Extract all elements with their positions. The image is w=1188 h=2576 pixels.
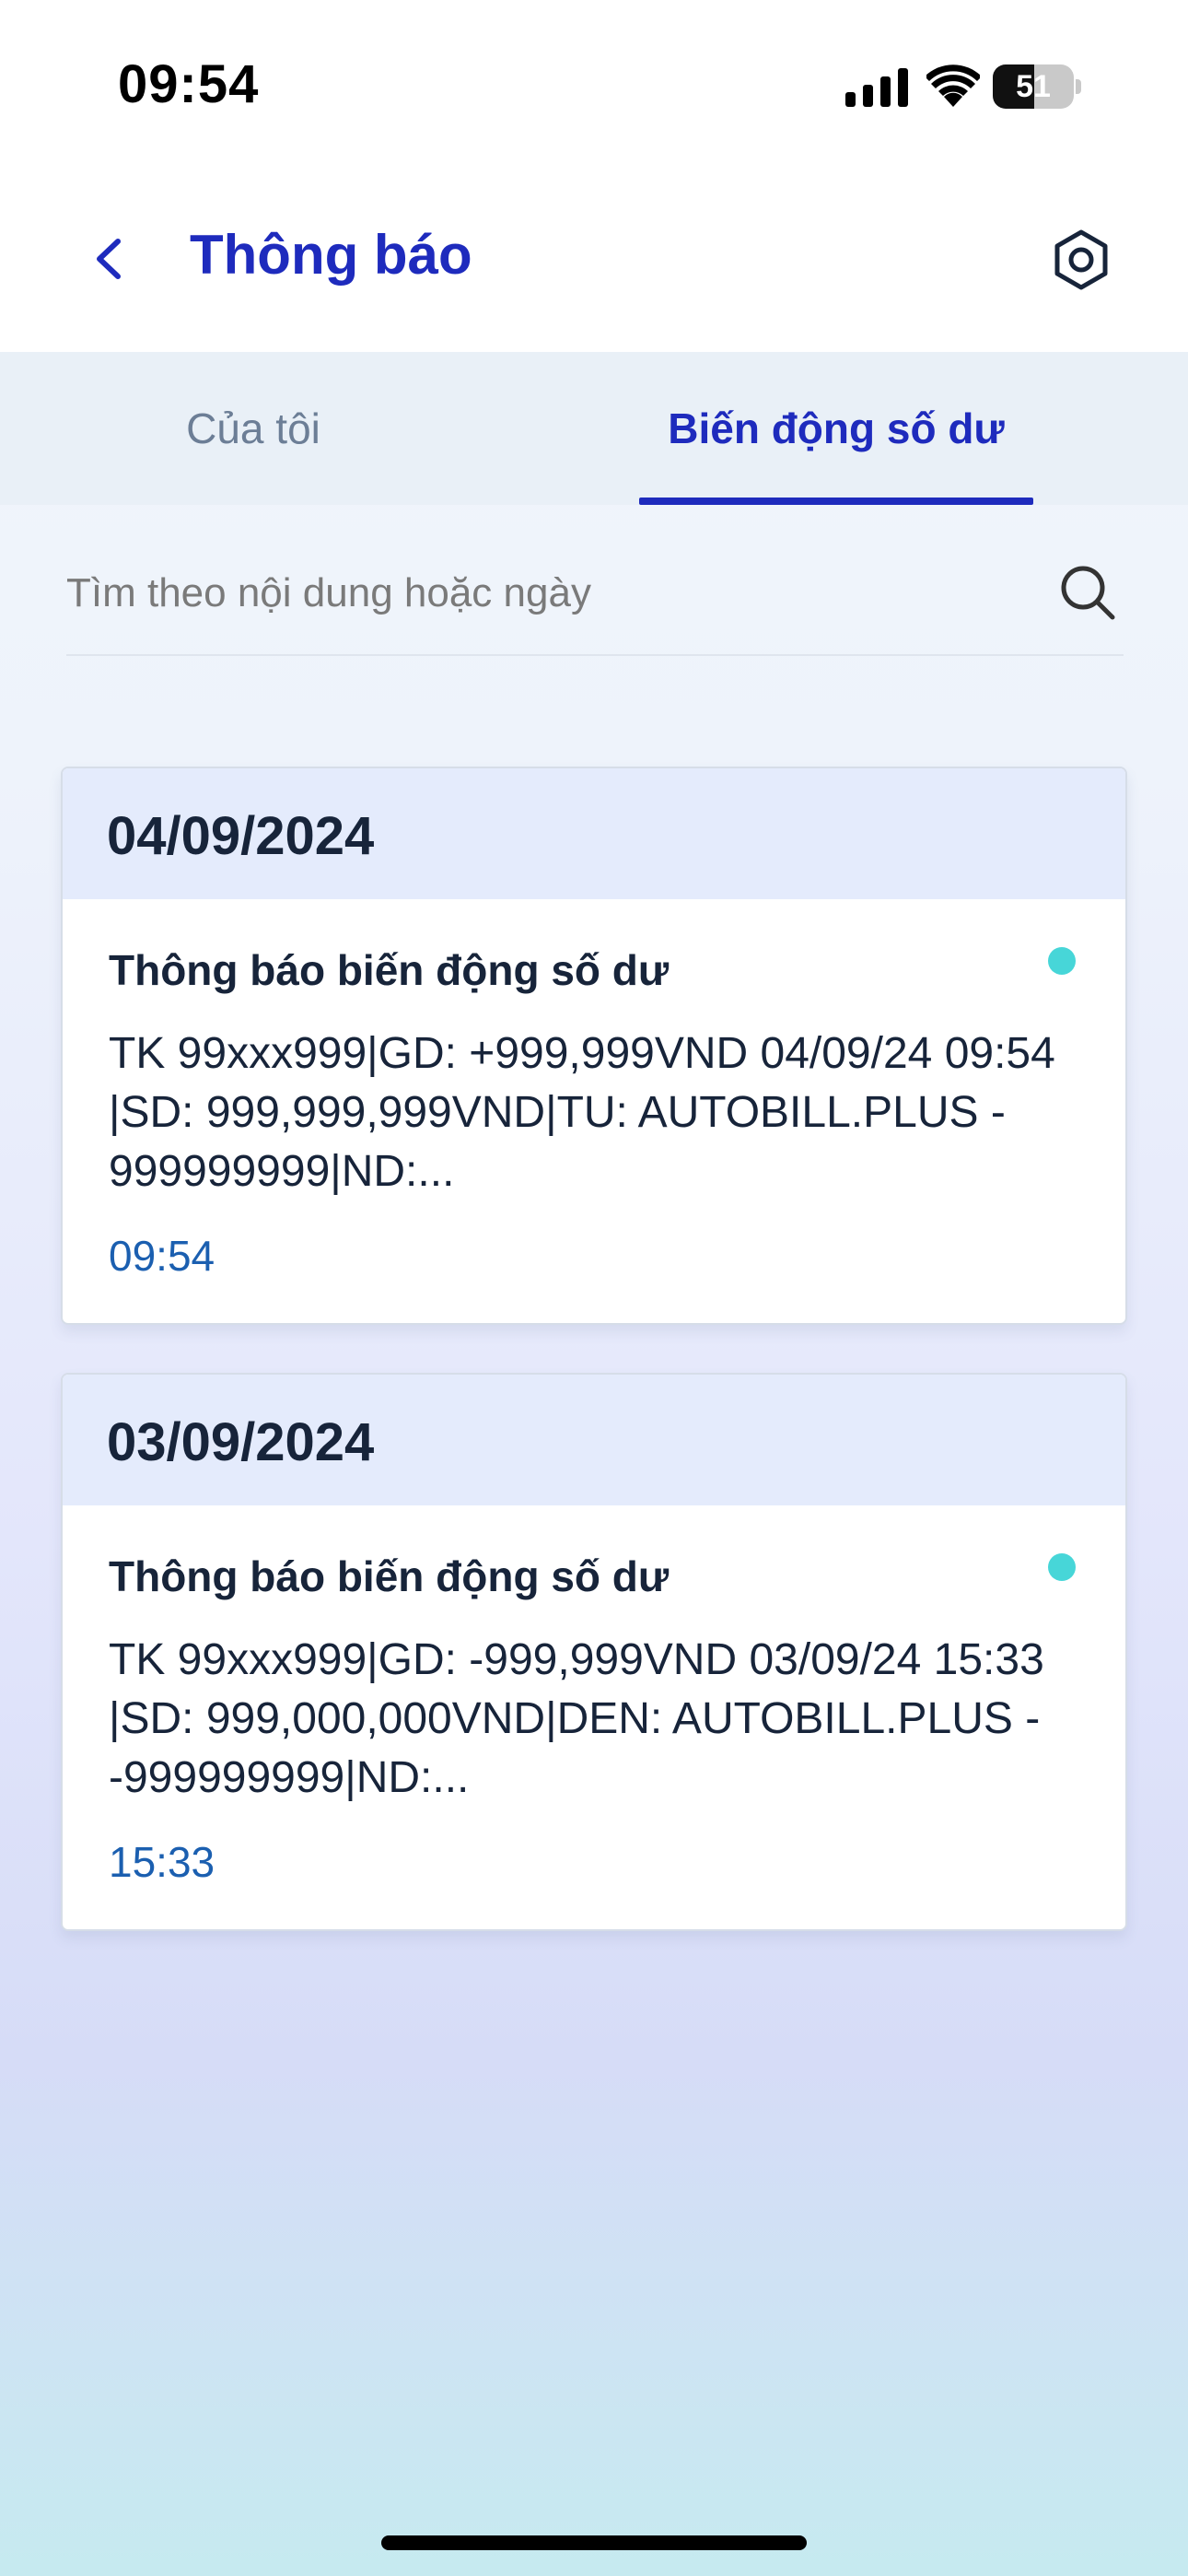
notification-time: 15:33	[109, 1838, 215, 1886]
group-date: 03/09/2024	[107, 1412, 375, 1472]
page-title: Thông báo	[190, 224, 472, 286]
notification-title: Thông báo biến động số dư	[109, 946, 670, 994]
settings-button[interactable]	[1044, 223, 1118, 297]
chevron-left-icon	[97, 239, 121, 279]
group-date-header: 03/09/2024	[63, 1375, 1125, 1505]
status-bar: 09:54 51	[0, 0, 1188, 175]
group-date: 04/09/2024	[107, 806, 375, 866]
battery-level: 51	[1016, 69, 1051, 104]
tab-balance-changes[interactable]: Biến động số dư	[639, 352, 1033, 505]
notification-title: Thông báo biến động số dư	[109, 1552, 670, 1600]
status-time: 09:54	[118, 54, 260, 114]
notification-body: TK 99xxx999|GD: -999,999VND 03/09/24 15:…	[109, 1635, 1044, 1802]
app-header: Thông báo	[0, 175, 1188, 352]
gear-icon	[1054, 229, 1108, 290]
unread-dot	[1048, 1553, 1076, 1581]
search-bar	[66, 544, 1124, 656]
tab-my-notifications[interactable]: Của tôi	[0, 352, 507, 505]
back-button[interactable]	[77, 219, 144, 299]
unread-dot	[1048, 947, 1076, 975]
battery-icon: 51	[993, 64, 1083, 109]
group-date-header: 04/09/2024	[63, 768, 1125, 899]
home-indicator	[381, 2535, 807, 2550]
active-tab-indicator	[639, 498, 1033, 505]
search-icon[interactable]	[1055, 560, 1120, 625]
notification-group: 03/09/2024 Thông báo biến động số dư TK …	[61, 1373, 1127, 1931]
notification-item[interactable]: Thông báo biến động số dư TK 99xxx999|GD…	[63, 1505, 1125, 1929]
search-input[interactable]	[66, 560, 1024, 626]
notification-time: 09:54	[109, 1232, 215, 1280]
notification-body: TK 99xxx999|GD: +999,999VND 04/09/24 09:…	[109, 1029, 1055, 1196]
notification-group: 04/09/2024 Thông báo biến động số dư TK …	[61, 767, 1127, 1325]
wifi-icon	[926, 64, 980, 107]
tab-bar: Của tôi Biến động số dư	[0, 352, 1188, 505]
signal-icon	[845, 68, 908, 107]
notification-item[interactable]: Thông báo biến động số dư TK 99xxx999|GD…	[63, 899, 1125, 1323]
